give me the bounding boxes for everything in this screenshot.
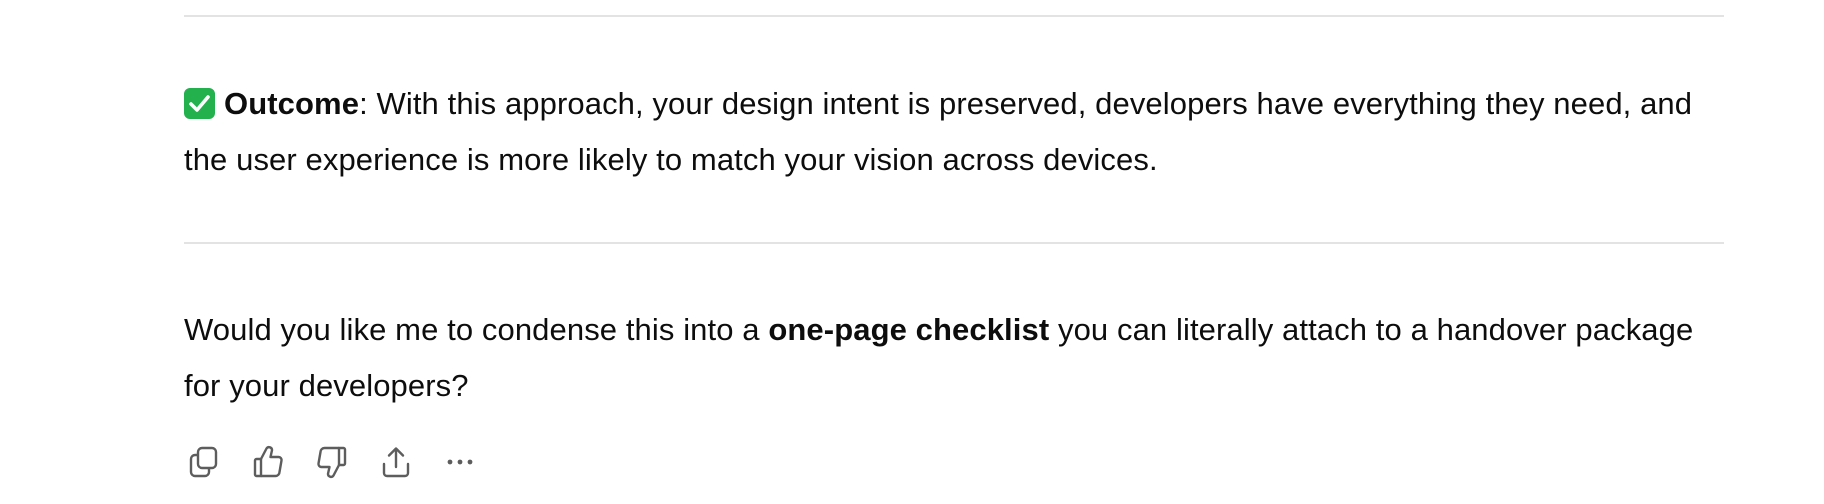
followup-paragraph: Would you like me to condense this into …: [184, 302, 1724, 414]
divider-middle: [184, 242, 1724, 244]
message-action-bar: [184, 442, 504, 482]
share-icon: [382, 447, 410, 478]
outcome-label: Outcome: [224, 86, 360, 121]
more-options-button[interactable]: [440, 442, 480, 482]
followup-text-before: Would you like me to condense this into …: [184, 312, 769, 347]
more-options-icon: [447, 459, 473, 465]
followup-bold-text: one-page checklist: [768, 312, 1050, 347]
outcome-paragraph: Outcome: With this approach, your design…: [184, 76, 1724, 188]
thumbs-up-icon: [253, 445, 283, 478]
thumbs-down-icon: [317, 446, 347, 479]
bad-response-button[interactable]: [312, 442, 352, 482]
check-mark-button-icon: [184, 88, 215, 119]
outcome-text: : With this approach, your design intent…: [184, 86, 1693, 177]
divider-top: [184, 15, 1724, 17]
copy-icon: [189, 446, 218, 478]
good-response-button[interactable]: [248, 442, 288, 482]
share-button[interactable]: [376, 442, 416, 482]
copy-button[interactable]: [184, 442, 224, 482]
